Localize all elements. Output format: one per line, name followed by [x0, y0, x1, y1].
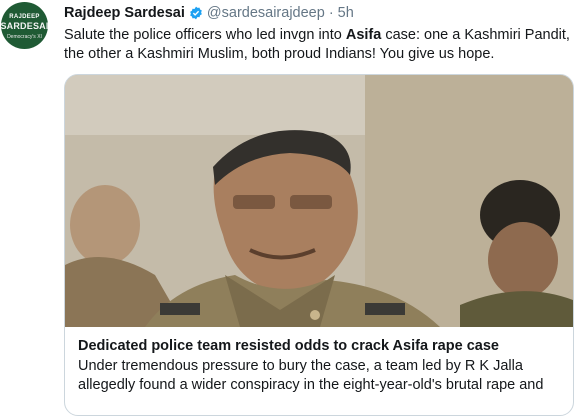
author-handle[interactable]: @sardesairajdeep	[207, 5, 325, 21]
avatar-text-line1: RAJDEEP	[9, 13, 40, 20]
avatar-text-line2: SARDESAI	[1, 20, 48, 31]
card-title: Dedicated police team resisted odds to c…	[78, 338, 499, 354]
tweet-timestamp[interactable]: 5h	[338, 5, 354, 21]
card-image	[65, 75, 573, 327]
tweet-text: Salute the police officers who led invgn…	[64, 26, 574, 64]
tweet-header: Rajdeep Sardesai @sardesairajdeep · 5h	[64, 3, 354, 23]
tweet-text-bold: Asifa	[345, 27, 382, 43]
card-description: Under tremendous pressure to bury the ca…	[78, 358, 544, 393]
avatar-text-line3: Democracy's XI	[7, 33, 42, 40]
tweet-text-part1: Salute the police officers who led invgn…	[64, 27, 346, 43]
author-name[interactable]: Rajdeep Sardesai	[64, 5, 185, 21]
header-separator: ·	[328, 5, 334, 21]
verified-badge-icon	[189, 6, 203, 20]
link-preview-card[interactable]: Dedicated police team resisted odds to c…	[64, 74, 574, 416]
avatar[interactable]: RAJDEEP SARDESAI Democracy's XI	[1, 2, 48, 49]
